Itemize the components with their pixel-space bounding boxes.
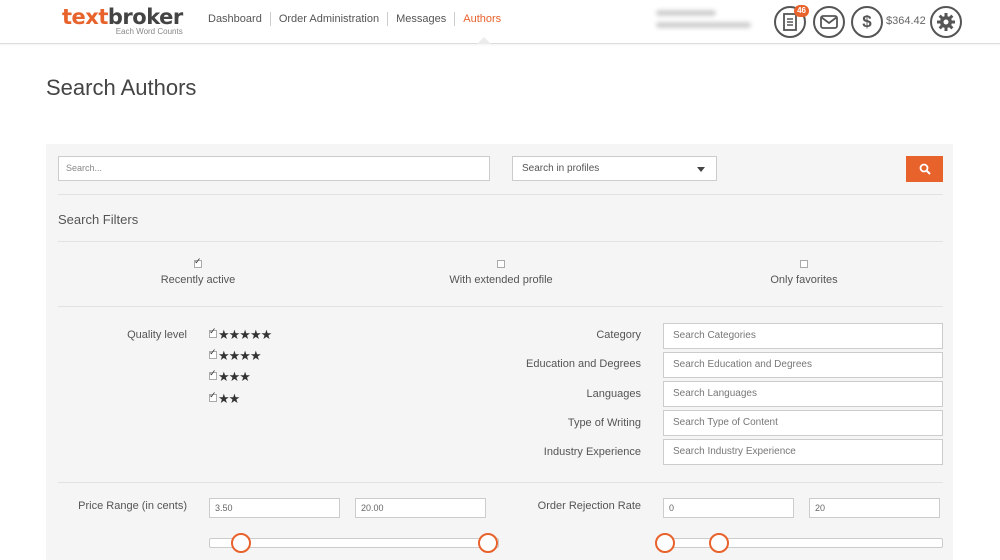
settings-button[interactable] bbox=[930, 6, 962, 38]
account-balance: $364.42 bbox=[886, 15, 926, 27]
active-nav-caret bbox=[477, 37, 491, 44]
divider bbox=[58, 306, 943, 307]
search-button[interactable] bbox=[906, 156, 943, 182]
main-nav: Dashboard Order Administration Messages … bbox=[200, 12, 509, 26]
education-search-field[interactable]: Search Education and Degrees bbox=[663, 352, 943, 378]
rejection-rate-label: Order Rejection Rate bbox=[537, 500, 641, 512]
mail-icon bbox=[820, 15, 838, 29]
only-favorites-label: Only favorites bbox=[770, 274, 838, 286]
rejection-max-slider-handle[interactable] bbox=[709, 533, 729, 553]
rejection-min-slider-handle[interactable] bbox=[655, 533, 675, 553]
price-range-label: Price Range (in cents) bbox=[78, 500, 187, 512]
nav-order-administration[interactable]: Order Administration bbox=[271, 12, 389, 26]
rejection-max-field[interactable]: 20 bbox=[809, 498, 940, 518]
nav-dashboard[interactable]: Dashboard bbox=[200, 12, 271, 26]
orders-badge: 46 bbox=[794, 5, 809, 17]
recently-active-checkbox[interactable] bbox=[194, 256, 202, 268]
industry-experience-label: Industry Experience bbox=[543, 446, 641, 458]
extended-profile-checkbox[interactable] bbox=[497, 260, 505, 268]
quality-2-stars: ★★ bbox=[218, 391, 240, 406]
rejection-min-field[interactable]: 0 bbox=[663, 498, 794, 518]
search-panel: Search... Search in profiles Search Filt… bbox=[46, 144, 953, 560]
only-favorites-checkbox[interactable] bbox=[800, 260, 808, 268]
textbroker-logo[interactable]: textbroker Each Word Counts bbox=[62, 6, 183, 36]
quality-5-checkbox[interactable] bbox=[209, 326, 217, 338]
education-label: Education and Degrees bbox=[526, 358, 641, 370]
messages-button[interactable] bbox=[813, 6, 845, 38]
price-max-field[interactable]: 20.00 bbox=[355, 498, 486, 518]
quality-3-checkbox[interactable] bbox=[209, 368, 217, 380]
top-header: textbroker Each Word Counts Dashboard Or… bbox=[0, 0, 1000, 44]
nav-messages[interactable]: Messages bbox=[388, 12, 456, 26]
search-filters-title: Search Filters bbox=[58, 212, 139, 227]
quality-3-stars: ★★★ bbox=[218, 369, 251, 384]
recently-active-label: Recently active bbox=[160, 274, 236, 286]
dollar-icon: $ bbox=[862, 12, 872, 31]
quality-4-checkbox[interactable] bbox=[209, 347, 217, 359]
search-input[interactable]: Search... bbox=[58, 156, 490, 181]
category-label: Category bbox=[596, 329, 641, 341]
price-range-slider-track[interactable] bbox=[209, 538, 499, 548]
balance-button[interactable]: $ bbox=[851, 6, 883, 38]
rejection-rate-slider-track[interactable] bbox=[663, 538, 943, 548]
extended-profile-label: With extended profile bbox=[449, 274, 553, 286]
price-min-field[interactable]: 3.50 bbox=[209, 498, 340, 518]
price-min-slider-handle[interactable] bbox=[231, 533, 251, 553]
search-scope-value: Search in profiles bbox=[522, 163, 600, 174]
quality-4-stars: ★★★★ bbox=[218, 348, 262, 363]
divider bbox=[58, 194, 943, 195]
type-of-writing-label: Type of Writing bbox=[567, 417, 641, 429]
quality-2-checkbox[interactable] bbox=[209, 390, 217, 402]
industry-experience-search-field[interactable]: Search Industry Experience bbox=[663, 439, 943, 465]
search-icon bbox=[919, 163, 931, 175]
quality-5-stars: ★★★★★ bbox=[218, 327, 272, 342]
nav-authors[interactable]: Authors bbox=[455, 12, 509, 26]
divider bbox=[58, 241, 943, 242]
search-scope-select[interactable]: Search in profiles bbox=[512, 156, 717, 181]
category-search-field[interactable]: Search Categories bbox=[663, 323, 943, 349]
type-of-writing-search-field[interactable]: Search Type of Content bbox=[663, 410, 943, 436]
page-title: Search Authors bbox=[46, 75, 197, 100]
chevron-down-icon bbox=[697, 167, 705, 172]
blurred-account-info bbox=[656, 10, 756, 34]
gear-icon bbox=[937, 13, 955, 31]
logo-text-part2: broker bbox=[107, 5, 183, 29]
price-max-slider-handle[interactable] bbox=[478, 533, 498, 553]
divider bbox=[58, 482, 943, 483]
quality-level-label: Quality level bbox=[127, 329, 187, 341]
logo-text-part1: text bbox=[62, 5, 108, 29]
orders-button[interactable]: 46 bbox=[774, 5, 809, 38]
languages-label: Languages bbox=[586, 388, 641, 400]
languages-search-field[interactable]: Search Languages bbox=[663, 381, 943, 407]
